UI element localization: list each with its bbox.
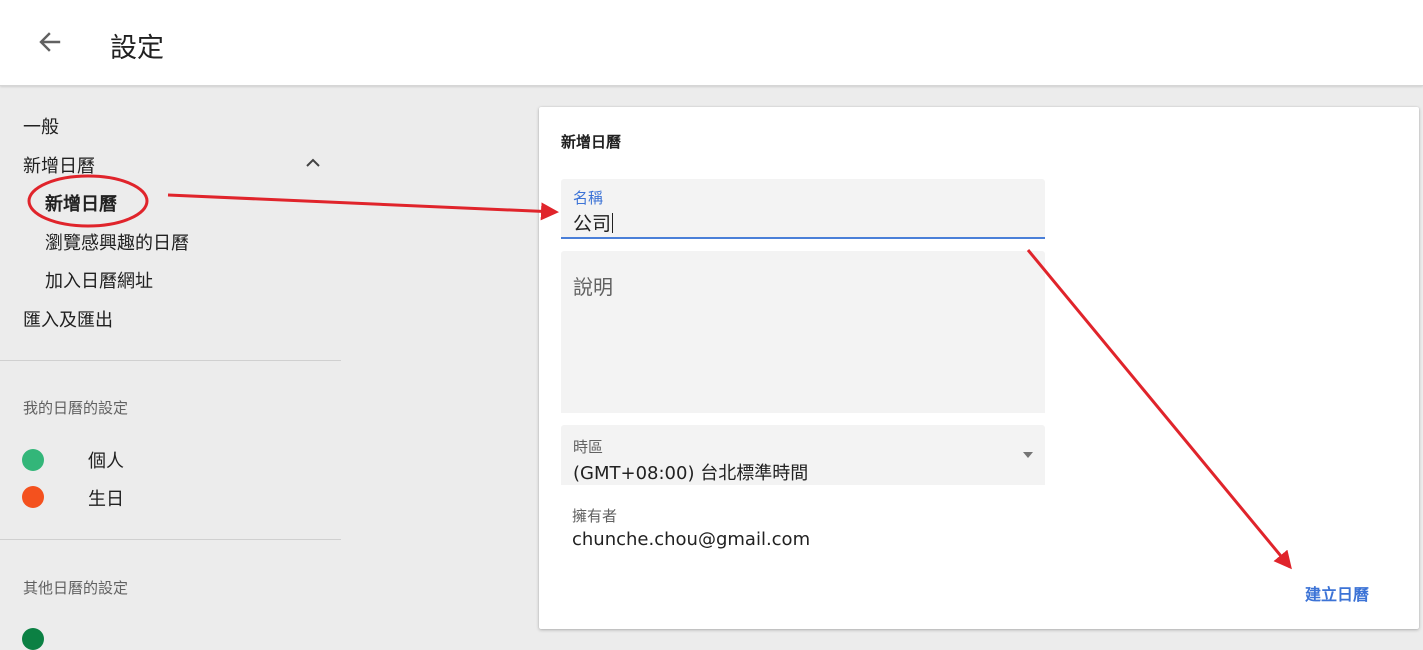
chevron-up-icon[interactable] — [304, 154, 322, 168]
top-app-bar: 設定 — [0, 0, 1423, 86]
settings-sidebar: 一般 新增日曆 新增日曆 瀏覽感興趣的日曆 加入日曆網址 匯入及匯出 我的日曆的… — [0, 86, 342, 650]
calendar-color-dot — [22, 486, 44, 508]
name-input[interactable]: 公司 — [573, 209, 614, 236]
dropdown-arrow-icon — [1023, 452, 1033, 458]
text-caret — [612, 213, 614, 233]
calendar-color-dot — [22, 628, 44, 650]
back-button[interactable] — [32, 26, 66, 60]
timezone-select[interactable]: 時區 (GMT+08:00) 台北標準時間 — [561, 425, 1045, 485]
sidebar-subitem-add-by-url[interactable]: 加入日曆網址 — [45, 267, 153, 293]
card-title: 新增日曆 — [561, 133, 622, 151]
sidebar-item-add-calendar[interactable]: 新增日曆 — [23, 152, 95, 178]
name-field[interactable]: 名稱 公司 — [561, 179, 1045, 239]
page-title: 設定 — [110, 33, 164, 64]
owner-label: 擁有者 — [572, 507, 618, 525]
timezone-value: (GMT+08:00) 台北標準時間 — [573, 463, 809, 484]
create-calendar-card: 新增日曆 名稱 公司 說明 時區 (GMT+08:00) 台北標準時間 擁有者 … — [539, 107, 1419, 629]
name-input-value: 公司 — [573, 213, 612, 235]
sidebar-subitem-browse-calendars[interactable]: 瀏覽感興趣的日曆 — [45, 229, 189, 255]
my-calendars-heading: 我的日曆的設定 — [23, 399, 129, 417]
sidebar-item-general[interactable]: 一般 — [23, 113, 59, 139]
sidebar-divider — [0, 539, 341, 540]
sidebar-item-import-export[interactable]: 匯入及匯出 — [23, 306, 113, 332]
create-calendar-button[interactable]: 建立日曆 — [1301, 579, 1373, 607]
calendar-item-birthdays[interactable]: 生日 — [88, 485, 124, 511]
description-placeholder: 說明 — [573, 275, 613, 299]
name-field-label: 名稱 — [573, 189, 604, 207]
timezone-label: 時區 — [573, 438, 604, 456]
sidebar-subitem-create-calendar[interactable]: 新增日曆 — [45, 190, 117, 216]
calendar-color-dot — [22, 449, 44, 471]
other-calendars-heading: 其他日曆的設定 — [23, 579, 129, 597]
calendar-item-personal[interactable]: 個人 — [88, 447, 124, 473]
sidebar-divider — [0, 360, 341, 361]
owner-email: chunche.chou@gmail.com — [572, 529, 811, 550]
arrow-back-icon — [39, 32, 61, 52]
description-field[interactable]: 說明 — [561, 251, 1045, 413]
